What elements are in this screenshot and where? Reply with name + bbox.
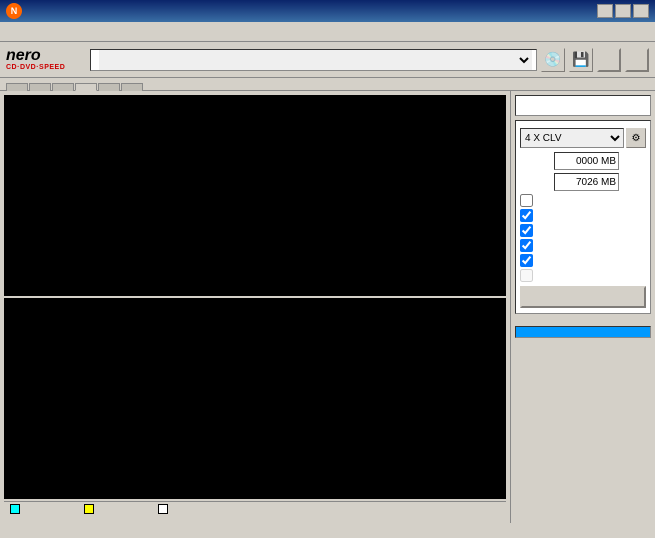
drive-dropdown[interactable] bbox=[99, 50, 532, 70]
toolbar: nero CD·DVD·SPEED 💿 💾 bbox=[0, 42, 655, 78]
charts-area bbox=[0, 91, 510, 523]
progress-bar-fill bbox=[516, 327, 650, 337]
end-mb-input[interactable] bbox=[554, 173, 619, 191]
settings-box: 4 X CLV Maximum 1 X CLV 2 X CLV 8 X CLV … bbox=[515, 120, 651, 314]
disc-icon-button[interactable]: 💿 bbox=[541, 48, 565, 72]
menu-help[interactable] bbox=[52, 30, 60, 34]
settings-config-button[interactable]: ⚙ bbox=[626, 128, 646, 148]
tab-advanced-disc-quality[interactable] bbox=[98, 83, 120, 91]
drive-selector[interactable] bbox=[90, 49, 537, 71]
main-content: 4 X CLV Maximum 1 X CLV 2 X CLV 8 X CLV … bbox=[0, 91, 655, 523]
tab-scandisc[interactable] bbox=[121, 83, 143, 91]
app-icon: N bbox=[6, 3, 22, 19]
menu-extra[interactable] bbox=[36, 30, 44, 34]
chart-bottom bbox=[4, 298, 506, 499]
progress-section bbox=[515, 326, 651, 343]
close-button[interactable] bbox=[633, 4, 649, 18]
maximize-button[interactable] bbox=[615, 4, 631, 18]
title-bar: N bbox=[0, 0, 655, 22]
chart-top bbox=[4, 95, 506, 296]
quick-scan-checkbox[interactable] bbox=[520, 194, 533, 207]
nero-logo: nero CD·DVD·SPEED bbox=[6, 46, 86, 74]
eject-button[interactable] bbox=[625, 48, 649, 72]
show-c1-pie-checkbox[interactable] bbox=[520, 209, 533, 222]
jitter-color-box bbox=[158, 504, 168, 514]
nero-subtitle: CD·DVD·SPEED bbox=[6, 64, 86, 71]
tab-benchmark[interactable] bbox=[6, 83, 28, 91]
pi-errors-color-box bbox=[10, 504, 20, 514]
stats-bar bbox=[4, 501, 506, 519]
menu-file[interactable] bbox=[4, 30, 12, 34]
right-panel: 4 X CLV Maximum 1 X CLV 2 X CLV 8 X CLV … bbox=[510, 91, 655, 523]
advanced-button[interactable] bbox=[520, 286, 646, 308]
show-write-speed-checkbox[interactable] bbox=[520, 269, 533, 282]
show-jitter-checkbox[interactable] bbox=[520, 239, 533, 252]
chart2-canvas bbox=[4, 298, 506, 499]
tab-disc-quality[interactable] bbox=[75, 83, 97, 91]
start-button[interactable] bbox=[597, 48, 621, 72]
disc-info-box bbox=[515, 95, 651, 116]
start-mb-input[interactable] bbox=[554, 152, 619, 170]
show-read-speed-checkbox[interactable] bbox=[520, 254, 533, 267]
menubar bbox=[0, 22, 655, 42]
progress-bar-container bbox=[515, 326, 651, 338]
tab-bar bbox=[0, 78, 655, 91]
show-c2-pif-checkbox[interactable] bbox=[520, 224, 533, 237]
pi-failures-stats bbox=[84, 504, 138, 517]
nero-brand: nero bbox=[6, 48, 86, 64]
tab-disc-info[interactable] bbox=[52, 83, 74, 91]
quality-score-row bbox=[515, 318, 651, 322]
pi-failures-color-box bbox=[84, 504, 94, 514]
jitter-stats bbox=[158, 504, 212, 517]
menu-run-test[interactable] bbox=[20, 30, 28, 34]
speed-select[interactable]: 4 X CLV Maximum 1 X CLV 2 X CLV 8 X CLV bbox=[520, 128, 624, 148]
save-icon-button[interactable]: 💾 bbox=[569, 48, 593, 72]
chart1-canvas bbox=[4, 95, 506, 296]
tab-create-disc[interactable] bbox=[29, 83, 51, 91]
minimize-button[interactable] bbox=[597, 4, 613, 18]
pi-errors-stats bbox=[10, 504, 64, 517]
